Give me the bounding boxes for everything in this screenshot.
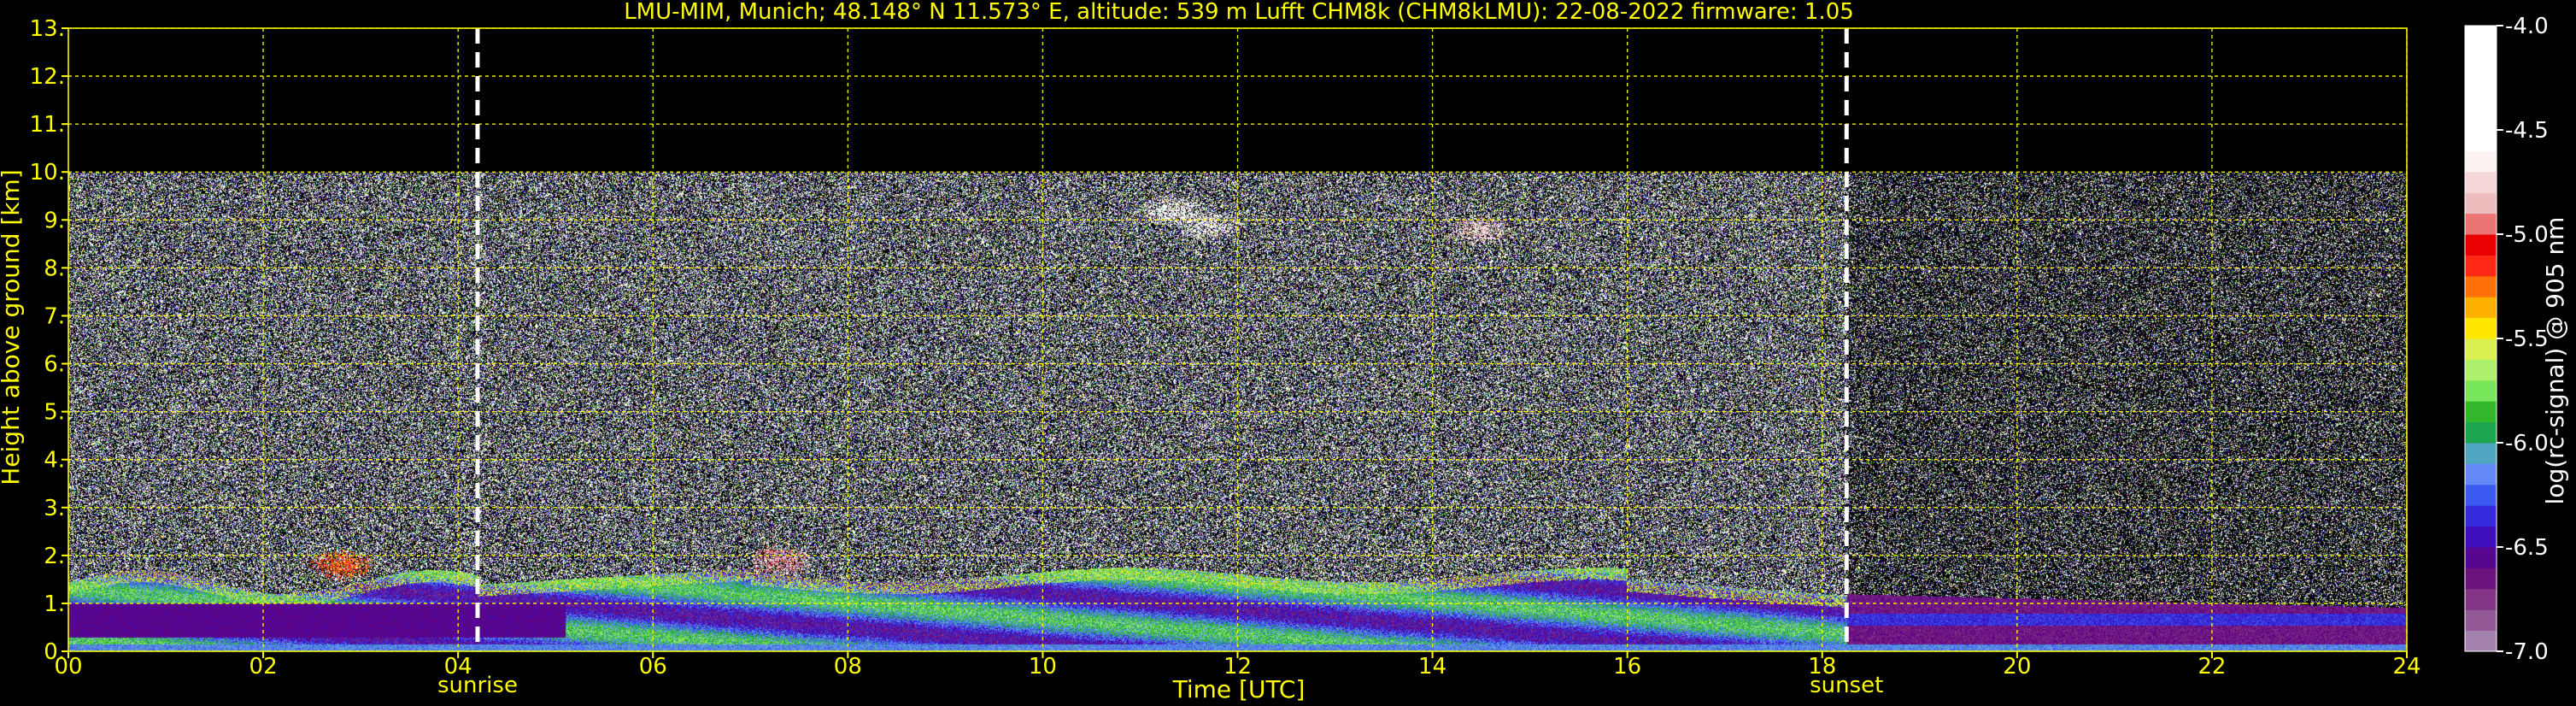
colorbar-tick-label: -4.5: [2505, 118, 2549, 144]
x-tick-label: 10: [1029, 654, 1057, 680]
colorbar-label: log(rc-signal) @ 905 nm: [2541, 217, 2569, 505]
x-tick-label: 16: [1613, 654, 1641, 680]
colorbar-segment: [2465, 443, 2497, 464]
colorbar-segment: [2465, 234, 2497, 256]
y-tick-label: 4.: [44, 448, 65, 474]
x-tick-label: 04: [444, 654, 472, 680]
colorbar-segment: [2465, 401, 2497, 423]
y-tick-label: 10.: [30, 160, 65, 185]
colorbar-segment: [2465, 317, 2497, 339]
colorbar-segment: [2465, 463, 2497, 485]
y-tick-label: 1.: [44, 591, 65, 617]
colorbar-segment: [2465, 255, 2497, 277]
x-tick-label: 02: [249, 654, 278, 680]
colorbar-segment: [2465, 568, 2497, 590]
y-tick-label: 12.: [30, 64, 65, 90]
x-tick-label: 20: [2003, 654, 2031, 680]
y-tick-label: 5.: [44, 400, 65, 426]
x-tick-label: 24: [2392, 654, 2421, 680]
y-axis-label: Height above ground [km]: [0, 169, 25, 485]
colorbar-segment: [2465, 547, 2497, 568]
y-tick-label: 3.: [44, 496, 65, 521]
y-tick-label: 8.: [44, 256, 65, 281]
colorbar-segment: [2465, 379, 2497, 402]
y-tick-label: 13.: [30, 16, 65, 42]
colorbar-segment: [2465, 297, 2497, 319]
x-tick-label: 22: [2198, 654, 2226, 680]
colorbar-segment: [2465, 484, 2497, 506]
colorbar-segment: [2465, 67, 2497, 89]
y-tick-label: 2.: [44, 544, 65, 569]
colorbar-tick-label: -4.0: [2505, 14, 2549, 39]
x-tick-label: 14: [1418, 654, 1446, 680]
colorbar-segment: [2465, 630, 2497, 652]
y-tick-label: 11.: [30, 112, 65, 138]
x-tick-label: 18: [1808, 654, 1836, 680]
colorbar-segment: [2465, 609, 2497, 632]
colorbar-segment: [2465, 88, 2497, 110]
y-tick-label: 9.: [44, 208, 65, 233]
colorbar-segment: [2465, 192, 2497, 215]
colorbar-segment: [2465, 109, 2497, 131]
colorbar-segment: [2465, 588, 2497, 610]
colorbar-tick-label: -7.0: [2505, 639, 2549, 665]
colorbar-tick-label: -6.5: [2505, 535, 2549, 561]
colorbar-segment: [2465, 359, 2497, 381]
chart-title: LMU-MIM, Munich; 48.148° N 11.573° E, al…: [624, 0, 1854, 25]
colorbar-segment: [2465, 213, 2497, 235]
colorbar-segment: [2465, 46, 2497, 68]
colorbar-segment: [2465, 26, 2497, 47]
colorbar-segment: [2465, 171, 2497, 193]
colorbar: -4.0-4.5-5.0-5.5-6.0-6.5-7.0: [2464, 14, 2549, 665]
colorbar-segment: [2465, 275, 2497, 297]
y-tick-label: 7.: [44, 303, 65, 329]
ceilometer-chart: sunrise sunset 00 02 04 06 08 10 12 14 16 18 20 22 24…: [0, 0, 2569, 703]
x-tick-label: 08: [834, 654, 862, 680]
x-axis-label: Time [UTC]: [1172, 675, 1306, 703]
y-tick-label: 6.: [44, 352, 65, 378]
colorbar-segment: [2465, 150, 2497, 173]
colorbar-segment: [2465, 421, 2497, 444]
x-tick-label: 06: [639, 654, 667, 680]
colorbar-segment: [2465, 505, 2497, 527]
colorbar-segment: [2465, 130, 2497, 151]
colorbar-segment: [2465, 338, 2497, 360]
colorbar-segment: [2465, 526, 2497, 548]
y-tick-label: 0.: [44, 639, 65, 665]
